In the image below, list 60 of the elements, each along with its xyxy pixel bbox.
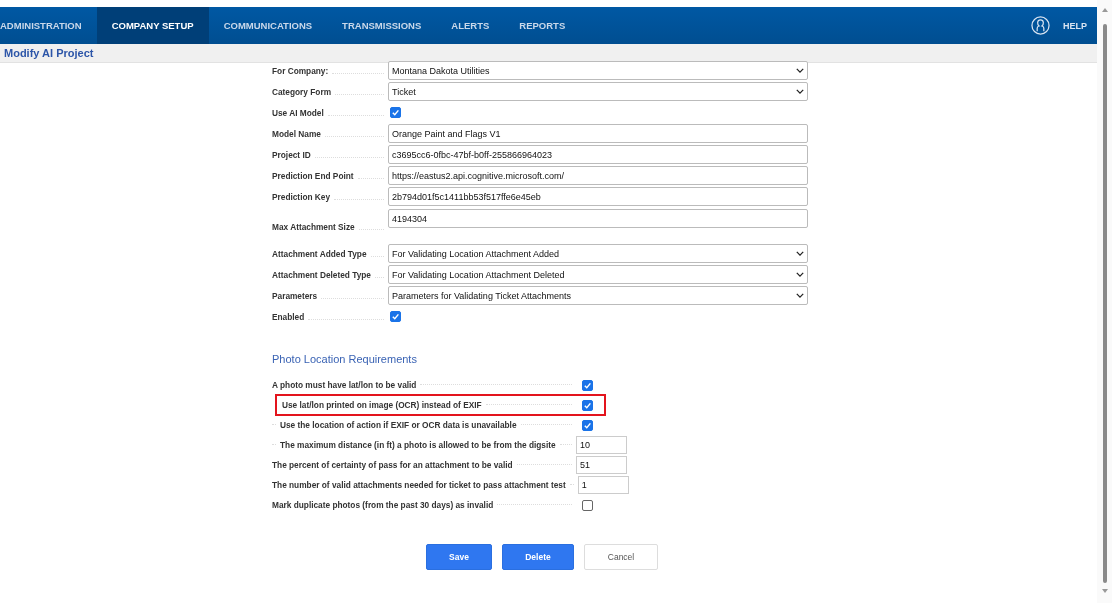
field-label: Prediction End Point (272, 170, 354, 181)
action-button[interactable]: Cancel (584, 544, 658, 570)
field-label: Use AI Model (272, 107, 324, 118)
checkbox[interactable] (582, 499, 593, 511)
input-field[interactable]: 10 (576, 436, 627, 454)
user-icon[interactable] (1031, 16, 1050, 35)
nav-tab[interactable]: COMPANY SETUP (96, 7, 209, 44)
dropdown[interactable]: Ticket (388, 82, 808, 101)
nav-tab[interactable]: REPORTS (504, 7, 581, 44)
field-label: Enabled (272, 311, 305, 322)
input-field[interactable]: c3695cc6-0fbc-47bf-b0ff-255866964023 (388, 145, 808, 164)
scroll-down-icon[interactable] (1101, 589, 1108, 593)
scrollbar-thumb[interactable] (1102, 24, 1107, 583)
dropdown[interactable]: Parameters for Validating Ticket Attachments (388, 286, 808, 305)
nav-tab[interactable]: ADMINISTRATION (0, 7, 97, 44)
scrollbar[interactable] (1097, 0, 1112, 603)
field-label: The number of valid attachments needed for ticket to pass attachment test (272, 480, 566, 490)
action-button[interactable]: Save (426, 544, 492, 570)
checkbox[interactable] (582, 399, 593, 411)
dropdown[interactable]: For Validating Location Attachment Deleted (388, 265, 808, 284)
caret-icon (796, 89, 804, 94)
checkbox[interactable] (582, 379, 593, 391)
section-title: Photo Location Requirements (272, 353, 418, 367)
field-label: Project ID (272, 149, 311, 160)
nav-tab[interactable]: COMMUNICATIONS (208, 7, 328, 44)
input-field[interactable]: 2b794d01f5c1411bb53f517ffe6e45eb (388, 187, 808, 206)
checkbox[interactable] (582, 419, 593, 431)
input-field[interactable]: 1 (577, 476, 629, 494)
checkbox[interactable] (390, 311, 401, 322)
caret-icon (796, 272, 804, 277)
field-label: Use the location of action if EXIF or OCR data is unavailable (280, 420, 517, 430)
field-label: Attachment Deleted Type (272, 269, 371, 280)
caret-icon (796, 68, 804, 73)
field-label: Use lat/lon printed on image (OCR) instead of EXIF (282, 400, 482, 410)
caret-icon (796, 251, 804, 256)
input-field[interactable]: 4194304 (388, 209, 808, 228)
help-link[interactable]: HELP (1063, 20, 1087, 31)
checkbox[interactable] (390, 107, 401, 118)
input-field[interactable]: 51 (576, 456, 627, 474)
dropdown[interactable]: For Validating Location Attachment Added (388, 244, 808, 263)
dropdown[interactable]: Montana Dakota Utilities (388, 61, 808, 80)
input-field[interactable]: https://eastus2.api.cognitive.microsoft.com/ (388, 166, 808, 185)
field-label: Model Name (272, 128, 321, 139)
caret-icon (796, 293, 804, 298)
field-label: A photo must have lat/lon to be valid (272, 380, 417, 390)
field-label: Attachment Added Type (272, 248, 367, 259)
field-label: Prediction Key (272, 191, 331, 202)
field-label: Parameters (272, 290, 318, 301)
input-field[interactable]: Orange Paint and Flags V1 (388, 124, 808, 143)
scroll-up-icon[interactable] (1101, 8, 1108, 12)
field-label: For Company: (272, 65, 329, 76)
field-label: Category Form (272, 86, 331, 97)
field-label: Mark duplicate photos (from the past 30 days) as invalid (272, 500, 494, 510)
action-button[interactable]: Delete (502, 544, 574, 570)
nav-tab[interactable]: ALERTS (436, 7, 505, 44)
field-label: The maximum distance (in ft) a photo is allowed to be from the digsite (280, 440, 556, 450)
field-label: Max Attachment Size (272, 222, 355, 232)
field-label: The percent of certainty of pass for an attachment to be valid (272, 460, 513, 470)
nav-tab[interactable]: TRANSMISSIONS (327, 7, 437, 44)
page-title: Modify AI Project (4, 47, 94, 59)
